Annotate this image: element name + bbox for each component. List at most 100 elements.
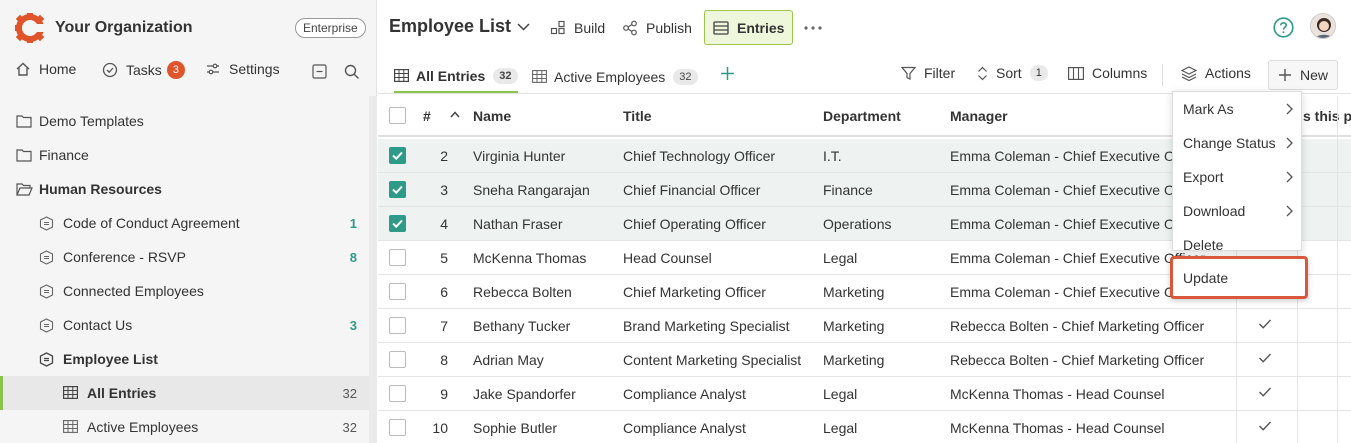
more-options-button[interactable]	[796, 10, 830, 45]
help-button[interactable]	[1273, 17, 1294, 38]
row-checkbox[interactable]	[389, 181, 406, 198]
publish-button[interactable]: Publish	[614, 10, 700, 45]
form-icon	[39, 284, 54, 299]
sidebar-scrollbar[interactable]	[369, 96, 377, 443]
new-entry-button[interactable]: New	[1268, 60, 1339, 90]
cell-number: 10	[432, 420, 448, 436]
form-icon	[39, 216, 54, 231]
sidebar-item-label: Code of Conduct Agreement	[63, 215, 240, 231]
layers-icon	[1181, 65, 1197, 81]
row-checkbox[interactable]	[389, 249, 406, 266]
sidebar-item-active-employees[interactable]: Active Employees 32	[0, 410, 369, 443]
cell-title: Chief Marketing Officer	[623, 284, 766, 300]
chevron-right-icon	[1286, 171, 1293, 183]
sidebar-item-all-entries[interactable]: All Entries 32	[0, 376, 369, 410]
sliders-icon	[207, 63, 219, 75]
entries-button[interactable]: Entries	[704, 10, 794, 45]
sidebar-item-connected-employees[interactable]: Connected Employees	[0, 274, 369, 308]
sidebar-item-code-of-conduct[interactable]: Code of Conduct Agreement 1	[0, 206, 369, 240]
menu-item-label: Mark As	[1183, 101, 1234, 117]
menu-item-label: Update	[1183, 269, 1229, 286]
collapse-icon	[312, 64, 327, 79]
chevron-right-icon	[1286, 137, 1293, 149]
build-button[interactable]: Build	[542, 10, 613, 45]
tab-label: All Entries	[416, 67, 486, 84]
cell-name: Rebecca Bolten	[473, 284, 572, 300]
sort-label: Sort	[996, 65, 1022, 81]
sort-count: 1	[1029, 65, 1048, 81]
sidebar-item-finance[interactable]: Finance	[0, 138, 369, 172]
row-checkbox[interactable]	[389, 351, 406, 368]
user-avatar[interactable]	[1310, 13, 1336, 39]
column-header-title[interactable]: Title	[623, 108, 652, 124]
table-row[interactable]: 9 Jake Spandorfer Compliance Analyst Legal M…	[378, 377, 1351, 411]
cell-number: 7	[440, 318, 448, 334]
table-row[interactable]: 8 Adrian May Content Marketing Specialist M…	[378, 343, 1351, 377]
filter-button[interactable]: Filter	[901, 65, 955, 81]
cell-number: 9	[440, 386, 448, 402]
menu-item-label: Download	[1183, 203, 1246, 219]
menu-item-download[interactable]: Download	[1173, 194, 1303, 228]
row-checkbox[interactable]	[389, 283, 406, 300]
nav-home[interactable]: Home	[15, 61, 76, 77]
nav-tasks[interactable]: Tasks 3	[102, 61, 185, 79]
sidebar-item-count: 32	[342, 385, 357, 401]
table-row[interactable]: 10 Sophie Butler Compliance Analyst Legal Mc…	[378, 411, 1351, 443]
columns-button[interactable]: Columns	[1068, 65, 1147, 81]
menu-item-update[interactable]: Update	[1170, 256, 1308, 299]
sort-button[interactable]: Sort 1	[977, 65, 1048, 81]
row-checkbox[interactable]	[389, 317, 406, 334]
sort-ascending-icon[interactable]	[450, 111, 460, 118]
actions-label: Actions	[1205, 65, 1251, 81]
nav-home-label: Home	[39, 61, 77, 77]
sidebar-item-conference-rsvp[interactable]: Conference - RSVP 8	[0, 240, 369, 274]
menu-item-label: Delete	[1183, 237, 1224, 253]
sidebar-item-contact-us[interactable]: Contact Us 3	[0, 308, 369, 342]
row-checkbox[interactable]	[389, 147, 406, 164]
tasks-count-badge: 3	[166, 61, 185, 79]
folder-open-icon	[16, 183, 33, 196]
column-divider	[1337, 96, 1338, 443]
add-view-button[interactable]	[720, 66, 735, 81]
column-header-extra[interactable]: s this p	[1303, 108, 1351, 124]
sidebar-item-human-resources[interactable]: Human Resources	[0, 172, 369, 206]
sidebar-search-button[interactable]	[344, 64, 360, 80]
page-title: Employee List	[389, 16, 512, 36]
checkmark-icon	[1258, 420, 1272, 432]
column-header-number[interactable]: #	[423, 108, 431, 124]
column-header-department[interactable]: Department	[823, 108, 901, 124]
top-bar: Employee List Build Publish Entries	[378, 0, 1351, 56]
row-checkbox[interactable]	[389, 215, 406, 232]
menu-item-change-status[interactable]: Change Status	[1173, 126, 1303, 160]
tab-active-employees[interactable]: Active Employees 32	[532, 60, 698, 93]
help-icon	[1273, 17, 1294, 38]
cell-title: Compliance Analyst	[623, 420, 746, 436]
select-all-checkbox[interactable]	[389, 107, 406, 124]
page-title-dropdown[interactable]: Employee List	[389, 16, 530, 37]
org-header[interactable]: Your Organization	[14, 12, 192, 44]
sidebar-item-demo-templates[interactable]: Demo Templates	[0, 104, 369, 138]
menu-item-export[interactable]: Export	[1173, 160, 1303, 194]
columns-icon	[1068, 66, 1084, 80]
sidebar-item-label: Human Resources	[39, 181, 162, 197]
sidebar-item-count: 1	[349, 215, 357, 231]
table-row[interactable]: 7 Bethany Tucker Brand Marketing Specialis…	[378, 309, 1351, 343]
row-checkbox[interactable]	[389, 419, 406, 436]
collapse-sidebar-button[interactable]	[312, 64, 327, 79]
home-icon	[16, 62, 30, 76]
sidebar-item-employee-list[interactable]: Employee List	[0, 342, 369, 376]
build-icon	[550, 20, 565, 34]
nav-tasks-label: Tasks	[126, 62, 162, 78]
cell-manager: Rebecca Bolten - Chief Marketing Officer	[950, 318, 1205, 334]
tab-all-entries[interactable]: All Entries 32	[394, 60, 518, 93]
checkmark-icon	[392, 219, 403, 229]
column-header-manager[interactable]: Manager	[950, 108, 1008, 124]
actions-button[interactable]: Actions	[1181, 65, 1251, 81]
nav-settings[interactable]: Settings	[205, 61, 280, 77]
column-header-name[interactable]: Name	[473, 108, 511, 124]
row-checkbox[interactable]	[389, 385, 406, 402]
menu-item-mark-as[interactable]: Mark As	[1173, 92, 1303, 126]
folder-icon	[16, 115, 32, 128]
sidebar-item-count: 32	[342, 419, 357, 435]
cell-title: Chief Operating Officer	[623, 216, 766, 232]
